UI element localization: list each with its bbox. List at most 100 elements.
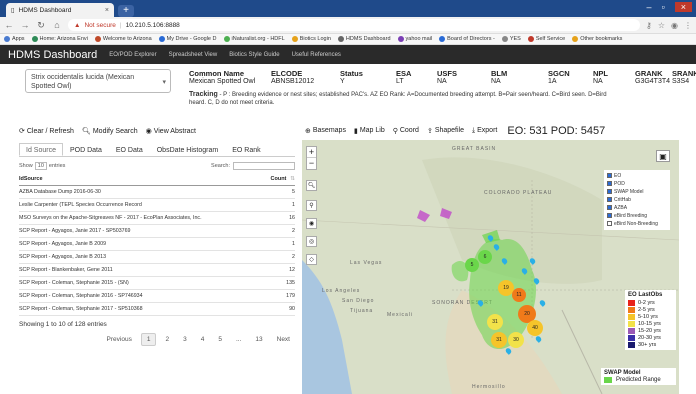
table-row[interactable]: SCP Report - Coleman, Stephanie 2017 - S… [19,302,295,317]
nav-biotics-style-guide[interactable]: Biotics Style Guide [229,52,279,58]
layers-toggle-icon[interactable]: ▣ [656,150,670,162]
view-abstract-label: View Abstract [153,127,196,135]
layer-checkbox[interactable] [607,221,612,227]
bookmark-item[interactable]: Apps [4,36,25,42]
layer-item[interactable]: AZBA [607,204,667,212]
clear-refresh-button[interactable]: ⟳ Clear / Refresh [19,127,74,136]
view-abstract-button[interactable]: ◉ View Abstract [146,127,196,136]
layer-item[interactable]: eBird Breeding [607,212,667,220]
bookmark-item[interactable]: Welcome to Arizona [94,36,152,42]
coord-button[interactable]: ⚲ Coord [393,127,419,135]
legend-row: 2-5 yrs [628,306,673,313]
layer-checkbox[interactable] [607,189,612,195]
pager-page[interactable]: 4 [196,334,210,345]
maximize-icon[interactable]: ▫ [662,2,665,12]
bookmark-item[interactable]: iNaturalist.org - HDFL [223,36,285,42]
bookmark-item[interactable]: Home: Arizona Envi [31,36,88,42]
bookmark-item[interactable]: YES [501,36,521,42]
column-header-count[interactable]: Count ⇅ [262,173,295,186]
table-row[interactable]: AZBA Database Dump 2016-06-30 5 [19,185,295,199]
pager-page[interactable]: 13 [250,334,267,345]
layer-checkbox[interactable] [607,213,612,219]
url-field[interactable]: ▲ Not secure | 10.210.5.106:8888 [68,19,640,31]
new-tab-button[interactable]: + [118,5,134,17]
address-bar-row: ← → ↻ ⌂ ▲ Not secure | 10.210.5.106:8888… [0,17,696,34]
bookmark-item[interactable]: Board of Directors - [439,36,495,42]
table-search-input[interactable] [233,161,295,170]
layer-checkbox[interactable] [607,173,612,179]
cluster-marker[interactable]: 30 [508,332,524,348]
table-row[interactable]: SCP Report - Coleman, Stephanie 2015 - (… [19,276,295,291]
bookmark-item[interactable]: Self Service [527,36,565,42]
nav-spreadsheet-view[interactable]: Spreadsheet View [169,52,218,58]
close-window-icon[interactable]: × [674,2,692,12]
layer-item[interactable]: eBird Non-Breeding [607,220,667,228]
table-row[interactable]: SCP Report - Agyagos, Janie B 2013 2 [19,250,295,265]
reload-icon[interactable]: ↻ [36,20,46,31]
table-row[interactable]: SCP Report - Coleman, Stephanie 2016 - S… [19,289,295,304]
layer-item[interactable]: SWAP Model [607,188,667,196]
star-icon[interactable]: ☆ [658,21,665,30]
layer-checkbox[interactable] [607,205,612,211]
idsource-header-label: IdSource [19,175,43,182]
tab-eo-data[interactable]: EO Data [109,143,150,156]
value-grank: G3G4T3T4 [635,78,671,85]
bookmark-item[interactable]: My Drive - Google D [158,36,217,42]
column-header-idsource[interactable]: IdSource [19,173,263,186]
map-canvas[interactable]: GREAT BASIN COLORADO PLATEAU Las Vegas L… [302,140,679,394]
pager-page[interactable]: 3 [178,334,192,345]
tab-pod-data[interactable]: POD Data [63,143,109,156]
cluster-marker[interactable]: 31 [491,332,507,348]
layer-item[interactable]: POD [607,180,667,188]
home-icon[interactable]: ⌂ [52,20,62,30]
table-row[interactable]: SCP Report - Agyagos, Janie B 2009 1 [19,237,295,251]
tab-id-source[interactable]: Id Source [19,143,63,156]
nav-eo-pod-explorer[interactable]: EO/POD Explorer [109,52,156,58]
legend-swatch [628,299,635,306]
entries-label: entries [48,162,66,169]
bookmark-item[interactable]: HDMS Dashboard [337,36,391,42]
tab-eo-rank[interactable]: EO Rank [225,143,267,156]
browser-tab[interactable]: ▯ HDMS Dashboard × [6,3,114,17]
nav-useful-references[interactable]: Useful References [292,52,341,58]
shapefile-button[interactable]: ⇪ Shapefile [427,127,464,135]
table-row[interactable]: MSO Surveys on the Apache-Sitgreaves NF … [19,211,295,225]
key-icon[interactable]: ⚷ [646,21,652,30]
cluster-marker[interactable]: 6 [478,250,492,264]
modify-search-button[interactable]: 🔍︎ Modify Search [82,127,138,136]
table-row[interactable]: SCP Report - Blankenbaker, Gene 2011 12 [19,263,295,278]
species-selector[interactable]: Strix occidentalis lucida (Mexican Spott… [25,69,171,93]
cluster-marker[interactable]: 11 [512,288,526,302]
table-row[interactable]: Leslie Carpenter (TEPL Species Occurrenc… [19,198,295,212]
pager-page[interactable]: 5 [213,334,227,345]
pager-page[interactable]: 2 [160,334,174,345]
pager-previous[interactable]: Previous [102,334,137,345]
basemaps-button[interactable]: ⊕ Basemaps [305,127,346,135]
cluster-marker[interactable]: 40 [527,320,543,336]
bookmark-icon [439,36,446,42]
layer-item[interactable]: CritHab [607,196,667,204]
back-icon[interactable]: ← [4,20,14,30]
app-brand[interactable]: HDMS Dashboard [8,49,97,61]
bookmark-label: Biotics Login [299,36,331,42]
pager-next[interactable]: Next [272,334,295,345]
page-length-select[interactable]: 10 [34,161,47,170]
bookmark-item[interactable]: yahoo mail [397,36,432,42]
tab-obsdate-histogram[interactable]: ObsDate Histogram [150,143,225,156]
layer-item[interactable]: EO [607,172,667,180]
bookmark-item[interactable]: Other bookmarks [572,36,622,42]
pager-page[interactable]: 1 [140,333,157,347]
cluster-marker[interactable]: 31 [487,314,503,330]
menu-icon[interactable]: ⋮ [684,21,692,30]
extension-icon[interactable]: ◉ [671,21,678,30]
layer-checkbox[interactable] [607,181,612,187]
close-tab-icon[interactable]: × [105,7,109,14]
map-lib-button[interactable]: ▮ Map Lib [354,127,385,135]
table-row[interactable]: SCP Report - Agyagos, Janie 2017 - SP503… [19,224,295,238]
forward-icon[interactable]: → [20,20,30,30]
minimize-icon[interactable]: – [647,2,652,12]
bookmark-item[interactable]: Biotics Login [291,36,331,42]
export-button[interactable]: ⤓ Export [472,127,497,135]
layer-checkbox[interactable] [607,197,612,203]
cluster-marker[interactable]: 5 [465,258,479,272]
